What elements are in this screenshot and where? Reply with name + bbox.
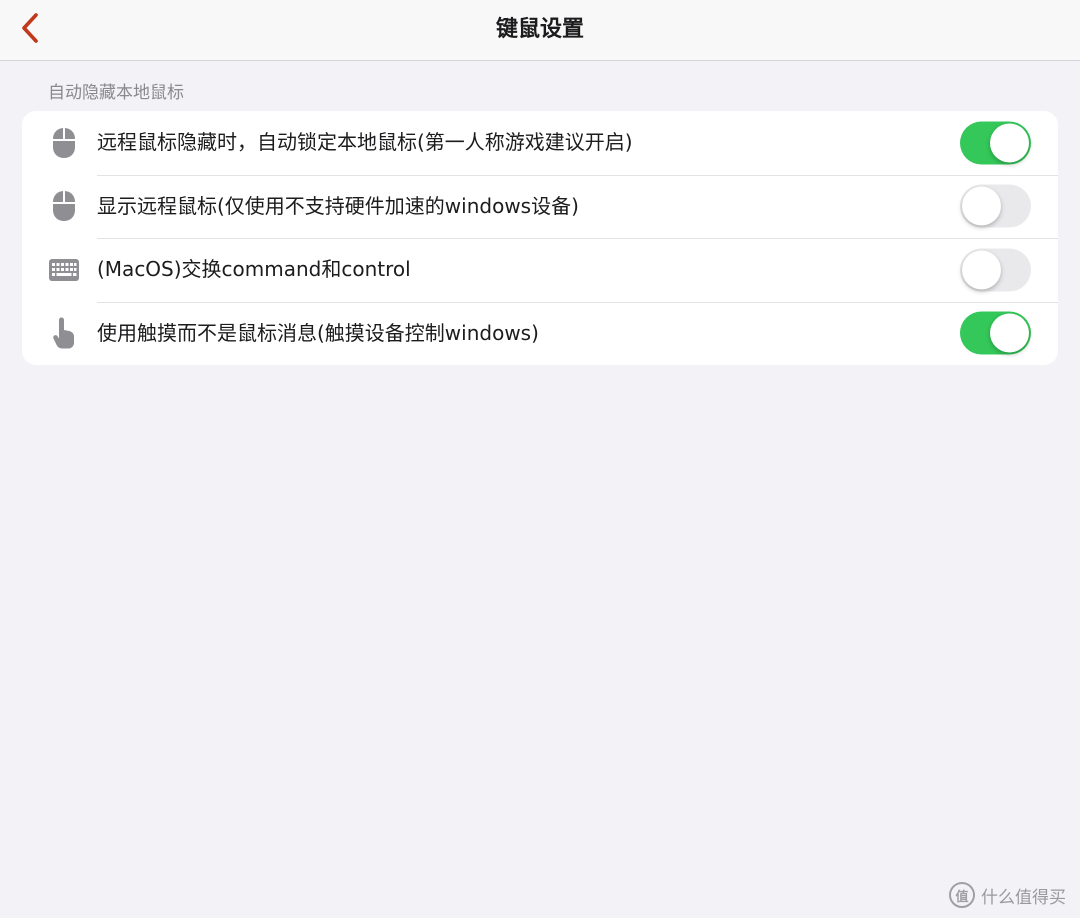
setting-label: 远程鼠标隐藏时，自动锁定本地鼠标(第一人称游戏建议开启) <box>97 130 633 154</box>
keyboard-icon <box>48 253 80 287</box>
toggle-knob <box>990 123 1029 163</box>
toggle-knob <box>962 250 1001 290</box>
section-header: 自动隐藏本地鼠标 <box>48 83 184 103</box>
setting-row-swap-command-control: (MacOS)交换command和control <box>22 238 1058 302</box>
watermark: 值 什么值得买 <box>949 880 1066 910</box>
toggle-switch[interactable] <box>960 248 1031 292</box>
page-title: 键鼠设置 <box>495 17 584 42</box>
setting-row-lock-local-mouse: 远程鼠标隐藏时，自动锁定本地鼠标(第一人称游戏建议开启) <box>22 111 1058 175</box>
setting-row-show-remote-mouse: 显示远程鼠标(仅使用不支持硬件加速的windows设备) <box>22 174 1058 239</box>
toggle-switch[interactable] <box>960 121 1031 165</box>
setting-label: 显示远程鼠标(仅使用不支持硬件加速的windows设备) <box>97 193 579 218</box>
settings-screen: 键鼠设置 自动隐藏本地鼠标 远程鼠标隐藏时，自动锁定本地鼠标(第一人称游戏建议开… <box>0 0 1080 918</box>
setting-label: 使用触摸而不是鼠标消息(触摸设备控制windows) <box>97 320 539 345</box>
setting-label: (MacOS)交换command和control <box>97 257 411 281</box>
toggle-switch[interactable] <box>960 311 1031 355</box>
setting-row-touch-instead-of-mouse: 使用触摸而不是鼠标消息(触摸设备控制windows) <box>22 301 1058 366</box>
settings-card: 远程鼠标隐藏时，自动锁定本地鼠标(第一人称游戏建议开启) 显示远程鼠标(仅使用不… <box>22 111 1058 365</box>
toggle-knob <box>990 313 1029 353</box>
toggle-switch[interactable] <box>960 184 1031 228</box>
watermark-logo: 值 <box>949 882 975 908</box>
watermark-text: 什么值得买 <box>981 887 1066 908</box>
touch-hand-icon <box>48 316 80 350</box>
mouse-icon <box>48 126 80 160</box>
toggle-knob <box>962 186 1001 226</box>
navigation-bar: 键鼠设置 <box>0 0 1080 61</box>
mouse-icon <box>48 189 80 223</box>
